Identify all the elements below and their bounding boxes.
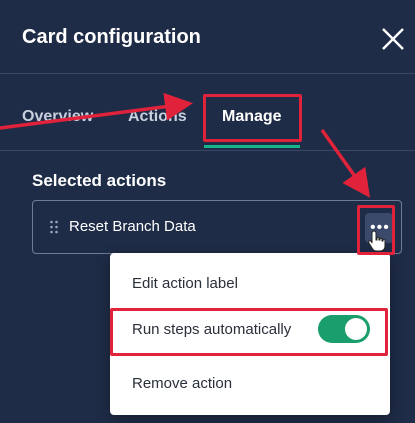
close-icon[interactable] — [378, 24, 408, 54]
tabs-divider — [0, 150, 415, 151]
menu-item-remove-action[interactable]: Remove action — [132, 375, 232, 392]
tab-actions[interactable]: Actions — [128, 108, 187, 126]
drag-handle-glyph — [50, 220, 58, 234]
hand-cursor-glyph — [368, 230, 386, 252]
tab-overview[interactable]: Overview — [22, 108, 93, 126]
selected-action-row[interactable]: Reset Branch Data ••• — [32, 200, 402, 254]
menu-item-edit-action-label[interactable]: Edit action label — [132, 275, 238, 292]
drag-handle-icon[interactable] — [49, 219, 59, 235]
panel-title: Card configuration — [22, 26, 201, 48]
highlight-box-manage-tab — [203, 94, 302, 142]
selected-actions-heading: Selected actions — [32, 171, 167, 190]
active-tab-indicator — [204, 145, 300, 148]
action-label: Reset Branch Data — [69, 218, 196, 235]
panel-header: Card configuration — [0, 0, 415, 74]
card-configuration-panel: Card configuration Overview Actions Mana… — [0, 0, 415, 423]
close-icon-glyph — [382, 28, 404, 50]
highlight-box-run-steps — [110, 308, 388, 356]
hand-cursor-icon — [367, 230, 387, 252]
